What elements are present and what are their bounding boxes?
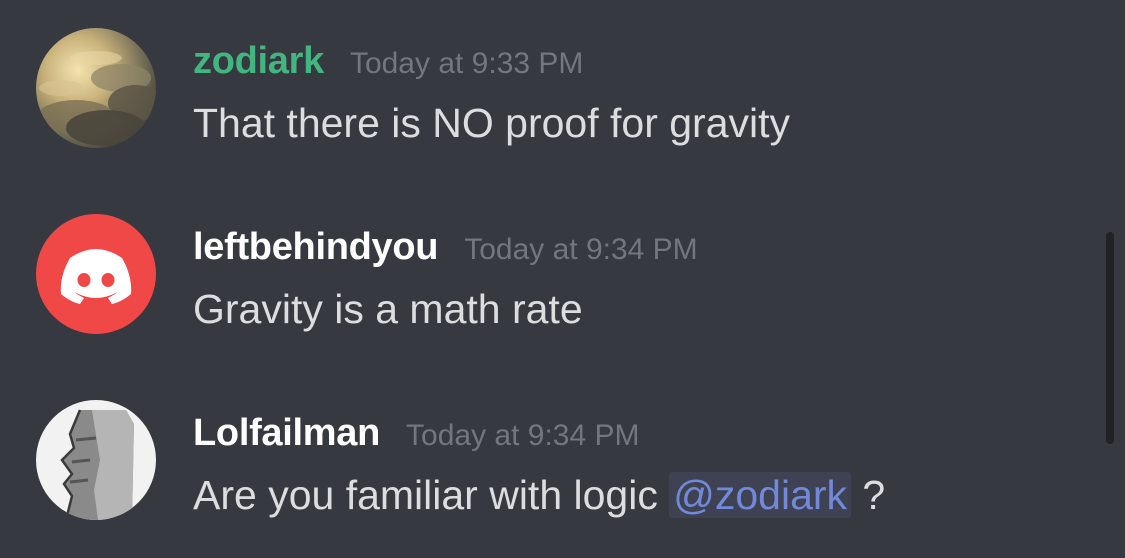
timestamp: Today at 9:33 PM bbox=[349, 47, 584, 80]
message-text: ? bbox=[851, 472, 886, 518]
user-avatar[interactable] bbox=[36, 400, 156, 520]
chat-message-list: zodiark Today at 9:33 PM That there is N… bbox=[0, 0, 1125, 558]
username[interactable]: zodiark bbox=[193, 40, 324, 83]
scrollbar-thumb[interactable] bbox=[1106, 232, 1114, 444]
user-avatar[interactable] bbox=[36, 28, 156, 148]
user-avatar[interactable] bbox=[36, 214, 156, 334]
moai-statue-icon bbox=[36, 400, 156, 520]
username[interactable]: Lolfailman bbox=[193, 412, 380, 455]
message-content: Gravity is a math rate bbox=[193, 286, 583, 332]
message-header: zodiark Today at 9:33 PM bbox=[193, 40, 583, 83]
cloudy-sky-icon bbox=[36, 28, 156, 148]
message-header: Lolfailman Today at 9:34 PM bbox=[193, 412, 640, 455]
message-header: leftbehindyou Today at 9:34 PM bbox=[193, 226, 698, 269]
timestamp: Today at 9:34 PM bbox=[406, 419, 640, 452]
message-item: Lolfailman Today at 9:34 PM Are you fami… bbox=[0, 372, 1090, 522]
message-content: Are you familiar with logic @zodiark ? bbox=[193, 472, 885, 519]
username[interactable]: leftbehindyou bbox=[193, 226, 439, 269]
user-mention[interactable]: @zodiark bbox=[669, 472, 852, 518]
discord-logo-icon bbox=[36, 214, 156, 334]
message-content: That there is NO proof for gravity bbox=[193, 100, 791, 146]
message-item: leftbehindyou Today at 9:34 PM Gravity i… bbox=[0, 186, 1090, 336]
timestamp: Today at 9:34 PM bbox=[464, 233, 698, 266]
message-item: zodiark Today at 9:33 PM That there is N… bbox=[0, 0, 1090, 150]
message-text: Are you familiar with logic bbox=[193, 472, 670, 518]
